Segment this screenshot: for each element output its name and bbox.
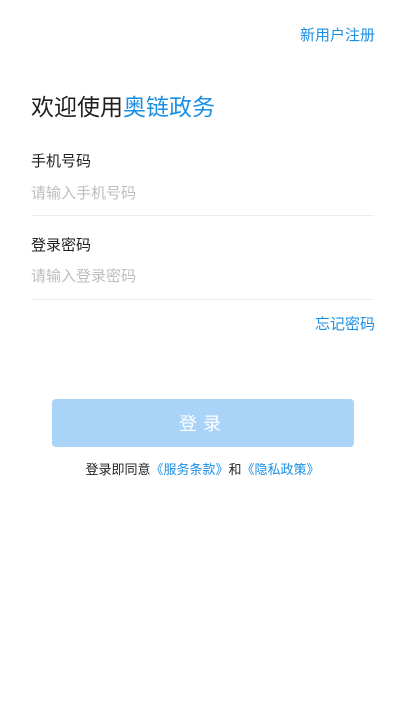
brand-name: 奥链政务 [123,95,215,121]
phone-label: 手机号码 [31,152,92,170]
welcome-title: 欢迎使用奥链政务 [31,92,215,124]
forgot-password-link[interactable]: 忘记密码 [315,313,375,334]
terms-link[interactable]: 《服务条款》 [150,463,228,478]
register-link[interactable]: 新用户注册 [300,24,375,45]
agreement-prefix: 登录即同意 [85,463,151,478]
welcome-prefix: 欢迎使用 [31,95,123,121]
agreement-text: 登录即同意《服务条款》和《隐私政策》 [0,459,405,478]
password-divider [31,299,374,300]
password-label: 登录密码 [31,236,92,254]
login-button[interactable]: 登录 [52,399,354,447]
phone-input[interactable] [31,178,374,208]
phone-divider [31,215,374,216]
agreement-conjunction: 和 [228,463,242,478]
privacy-link[interactable]: 《隐私政策》 [242,463,320,478]
password-input[interactable] [31,261,374,291]
